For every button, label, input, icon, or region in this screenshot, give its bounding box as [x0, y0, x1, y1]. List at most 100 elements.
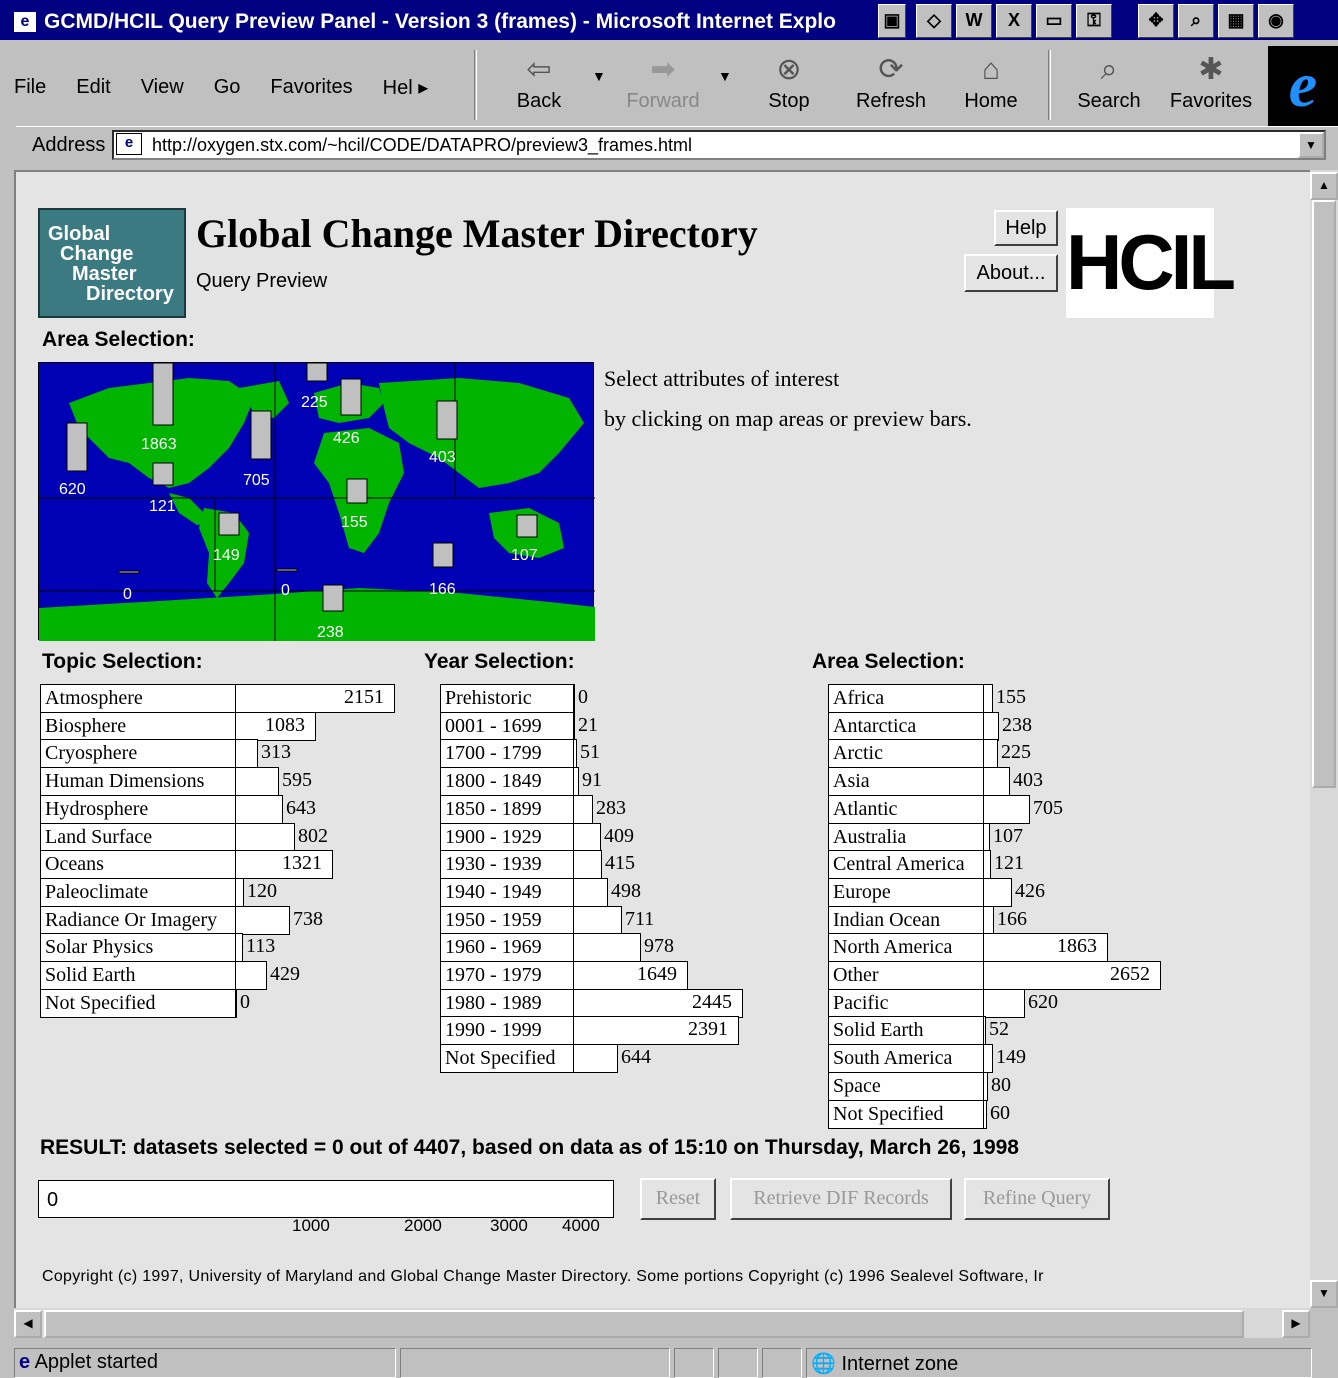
year-preview-bar[interactable]	[573, 905, 622, 935]
topic-item-label[interactable]: Biosphere	[40, 711, 236, 741]
year-preview-bar[interactable]	[573, 850, 602, 880]
year-item-label[interactable]: Prehistoric	[440, 684, 574, 713]
menu-view[interactable]: View	[141, 76, 184, 99]
area-item-label[interactable]: Solid Earth	[828, 1016, 984, 1046]
scroll-left-icon[interactable]: ◀	[14, 1310, 42, 1338]
year-preview-bar[interactable]	[573, 822, 601, 852]
area-preview-bar[interactable]	[983, 684, 993, 713]
year-preview-bar[interactable]	[573, 767, 579, 797]
year-preview-bar[interactable]	[573, 711, 575, 741]
menu-edit[interactable]: Edit	[76, 76, 110, 99]
home-button[interactable]: ⌂ Home	[942, 52, 1040, 120]
year-item-label[interactable]: 1700 - 1799	[440, 739, 574, 769]
topic-item-label[interactable]: Solar Physics	[40, 933, 236, 963]
address-input[interactable]: http://oxygen.stx.com/~hcil/CODE/DATAPRO…	[112, 130, 1326, 160]
tray-icon-2[interactable]: ◇	[916, 4, 952, 38]
area-preview-bar[interactable]	[983, 739, 998, 769]
year-preview-bar[interactable]	[573, 739, 577, 769]
year-item-label[interactable]: 1800 - 1849	[440, 767, 574, 797]
topic-item-label[interactable]: Human Dimensions	[40, 767, 236, 797]
year-item-label[interactable]: 0001 - 1699	[440, 711, 574, 741]
area-item-label[interactable]: Pacific	[828, 988, 984, 1018]
topic-preview-bar[interactable]	[235, 933, 243, 963]
year-item-label[interactable]: 1970 - 1979	[440, 961, 574, 990]
area-item-label[interactable]: Antarctica	[828, 711, 984, 741]
area-item-label[interactable]: Indian Ocean	[828, 905, 984, 935]
year-preview-bar[interactable]	[573, 933, 641, 963]
year-item-label[interactable]: Not Specified	[440, 1044, 574, 1074]
area-item-label[interactable]: Central America	[828, 850, 984, 880]
topic-preview-bar[interactable]	[235, 877, 244, 907]
retrieve-dif-button[interactable]: Retrieve DIF Records	[730, 1178, 952, 1220]
topic-item-label[interactable]: Not Specified	[40, 988, 236, 1018]
area-preview-bar[interactable]	[983, 1016, 986, 1046]
topic-preview-bar[interactable]	[235, 767, 279, 797]
year-item-label[interactable]: 1930 - 1939	[440, 850, 574, 880]
year-item-label[interactable]: 1980 - 1989	[440, 988, 574, 1018]
area-preview-bar[interactable]	[983, 794, 1030, 824]
refine-query-button[interactable]: Refine Query	[964, 1178, 1110, 1220]
area-preview-bar[interactable]	[983, 1071, 988, 1101]
map-bar-other[interactable]	[118, 570, 140, 574]
map-bar-solid-earth[interactable]	[276, 568, 298, 572]
favorites-button[interactable]: ✱ Favorites	[1162, 52, 1260, 120]
area-preview-bar[interactable]	[983, 1044, 993, 1074]
topic-item-label[interactable]: Solid Earth	[40, 961, 236, 990]
refresh-button[interactable]: ⟳ Refresh	[842, 52, 940, 120]
topic-item-label[interactable]: Hydrosphere	[40, 794, 236, 824]
map-bar-north-america[interactable]	[152, 362, 174, 426]
stop-button[interactable]: ⊗ Stop	[740, 52, 838, 120]
topic-item-label[interactable]: Cryosphere	[40, 739, 236, 769]
forward-dropdown-icon[interactable]: ▼	[718, 68, 732, 84]
year-preview-bar[interactable]	[573, 684, 575, 713]
menu-go[interactable]: Go	[214, 76, 241, 99]
topic-item-label[interactable]: Oceans	[40, 850, 236, 880]
area-preview-bar[interactable]	[983, 1099, 987, 1129]
map-bar-europe[interactable]	[340, 378, 362, 416]
map-bar-antarctica[interactable]	[322, 584, 344, 612]
year-item-label[interactable]: 1950 - 1959	[440, 905, 574, 935]
area-item-label[interactable]: Asia	[828, 767, 984, 797]
tray-image-icon[interactable]: ▦	[1218, 4, 1254, 38]
tray-word-icon[interactable]: W	[956, 4, 992, 38]
forward-button[interactable]: ➡ Forward	[614, 52, 712, 120]
year-preview-bar[interactable]	[573, 1044, 618, 1074]
topic-preview-bar[interactable]	[235, 988, 237, 1018]
topic-preview-bar[interactable]	[235, 822, 295, 852]
topic-item-label[interactable]: Land Surface	[40, 822, 236, 852]
scroll-right-icon[interactable]: ▶	[1282, 1310, 1310, 1338]
area-item-label[interactable]: Australia	[828, 822, 984, 852]
tray-icon-1[interactable]: ▣	[878, 4, 906, 38]
map-bar-pacific[interactable]	[66, 422, 88, 472]
help-button[interactable]: Help	[994, 210, 1058, 246]
year-preview-bar[interactable]	[573, 877, 608, 907]
map-bar-asia[interactable]	[436, 400, 458, 440]
topic-preview-bar[interactable]	[235, 794, 283, 824]
year-item-label[interactable]: 1960 - 1969	[440, 933, 574, 963]
tray-excel-icon[interactable]: X	[996, 4, 1032, 38]
area-preview-bar[interactable]	[983, 905, 994, 935]
tray-find-icon[interactable]: ⌕	[1178, 4, 1214, 38]
area-item-label[interactable]: Europe	[828, 877, 984, 907]
scroll-down-icon[interactable]: ▼	[1310, 1280, 1338, 1308]
topic-item-label[interactable]: Paleoclimate	[40, 877, 236, 907]
year-item-label[interactable]: 1850 - 1899	[440, 794, 574, 824]
area-item-label[interactable]: Atlantic	[828, 794, 984, 824]
topic-preview-bar[interactable]	[235, 961, 267, 990]
address-dropdown-button[interactable]: ▼	[1298, 132, 1324, 158]
topic-item-label[interactable]: Atmosphere	[40, 684, 236, 713]
scroll-up-icon[interactable]: ▲	[1310, 172, 1338, 200]
topic-preview-bar[interactable]	[235, 905, 290, 935]
area-item-label[interactable]: Arctic	[828, 739, 984, 769]
area-item-label[interactable]: North America	[828, 933, 984, 963]
map-bar-australia[interactable]	[516, 514, 538, 538]
map-bar-atlantic[interactable]	[250, 410, 272, 460]
about-button[interactable]: About...	[964, 254, 1058, 292]
world-map[interactable]: 1863 620 121 705 225 426 403 155 149 107…	[38, 362, 595, 641]
area-preview-bar[interactable]	[983, 822, 990, 852]
year-item-label[interactable]: 1940 - 1949	[440, 877, 574, 907]
menu-file[interactable]: File	[14, 76, 46, 99]
year-item-label[interactable]: 1990 - 1999	[440, 1016, 574, 1046]
tray-key-icon[interactable]: ⚿	[1076, 4, 1112, 38]
menu-favorites[interactable]: Favorites	[270, 76, 352, 99]
